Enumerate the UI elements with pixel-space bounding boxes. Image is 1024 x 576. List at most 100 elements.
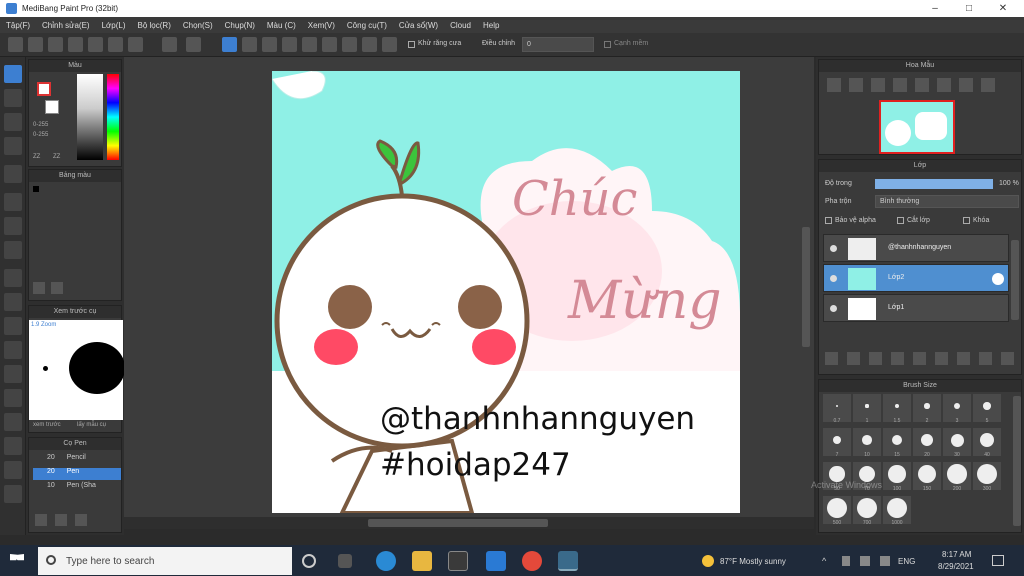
maximize-button[interactable]: □ xyxy=(954,0,984,17)
brush-item-pen-sha[interactable]: 10 Pen (Sha xyxy=(33,482,121,494)
brush-size-cell[interactable]: 500 xyxy=(823,496,851,526)
grid-icon[interactable] xyxy=(88,37,103,52)
move-tool-icon[interactable] xyxy=(4,165,22,183)
navigator-btn1[interactable]: xem trước xyxy=(33,422,61,428)
brush-item-pen[interactable]: 20 Pen xyxy=(33,468,121,480)
grid2-icon[interactable] xyxy=(108,37,123,52)
fit-icon[interactable] xyxy=(871,78,885,92)
folder-icon[interactable] xyxy=(913,352,926,365)
opacity-slider[interactable] xyxy=(875,179,993,189)
brush-size-cell[interactable]: 30 xyxy=(943,428,971,458)
delete-layer-icon[interactable] xyxy=(1001,352,1014,365)
horizontal-scroll-thumb[interactable] xyxy=(368,519,548,527)
brush-size-cell[interactable]: 7 xyxy=(823,428,851,458)
brush-size-cell[interactable]: 200 xyxy=(943,462,971,492)
menu-tools[interactable]: Công cụ(T) xyxy=(347,21,387,30)
eyedropper-icon[interactable] xyxy=(4,437,22,455)
new-color-icon[interactable] xyxy=(33,282,45,294)
navigator-btn2[interactable]: lấy mẫu cụ xyxy=(77,422,106,428)
undo-icon[interactable] xyxy=(162,37,177,52)
select-pen-icon[interactable] xyxy=(4,341,22,359)
cloud-icon[interactable] xyxy=(8,37,23,52)
brush-size-cell[interactable]: 1 xyxy=(853,394,881,424)
image-icon[interactable] xyxy=(68,37,83,52)
hue-slider[interactable] xyxy=(107,74,119,160)
brush-size-cell[interactable]: 20 xyxy=(913,428,941,458)
eraser-tool-icon[interactable] xyxy=(4,89,22,107)
copy-brush-icon[interactable] xyxy=(55,514,67,526)
brush-size-scrollbar[interactable] xyxy=(1013,396,1021,526)
weather-text[interactable]: 87°F Mostly sunny xyxy=(720,557,786,566)
layer-row-lop2[interactable]: Lớp2 xyxy=(823,264,1009,292)
canvas[interactable]: Chúc Mừng @thanhnhannguyen #hoidap247 xyxy=(272,71,740,513)
clipping-checkbox[interactable] xyxy=(897,217,904,224)
menu-cloud[interactable]: Cloud xyxy=(450,21,471,30)
merge-layer-icon[interactable] xyxy=(957,352,970,365)
actual-size-icon[interactable] xyxy=(893,78,907,92)
menu-color[interactable]: Màu (C) xyxy=(267,21,296,30)
snap-circle-icon[interactable] xyxy=(322,37,337,52)
menu-view[interactable]: Xem(V) xyxy=(308,21,335,30)
check-tool-icon[interactable] xyxy=(4,137,22,155)
snap-curve-icon[interactable] xyxy=(342,37,357,52)
notification-icon[interactable] xyxy=(992,555,1004,566)
select-tool-icon[interactable] xyxy=(4,269,22,287)
layer-scrollbar[interactable] xyxy=(1011,240,1019,320)
weather-icon[interactable] xyxy=(702,555,714,567)
battery-icon[interactable] xyxy=(842,556,850,566)
add-brush-icon[interactable] xyxy=(35,514,47,526)
snap-off-icon[interactable] xyxy=(222,37,237,52)
rotate-icon[interactable] xyxy=(937,78,951,92)
visibility-icon[interactable] xyxy=(830,275,837,282)
visibility-icon[interactable] xyxy=(830,245,837,252)
brush-size-cell[interactable]: 40 xyxy=(973,428,1001,458)
volume-icon[interactable] xyxy=(880,556,890,566)
menu-window[interactable]: Cửa sổ(W) xyxy=(399,21,438,30)
snap-settings-icon[interactable] xyxy=(382,37,397,52)
brush-settings-icon[interactable] xyxy=(75,514,87,526)
clock-time[interactable]: 8:17 AM xyxy=(942,550,971,559)
new-1bit-layer-icon[interactable] xyxy=(891,352,904,365)
flip-icon[interactable] xyxy=(915,78,929,92)
rect-tool-icon[interactable] xyxy=(4,193,22,211)
horizontal-scrollbar[interactable] xyxy=(124,517,814,529)
pen-tool-icon[interactable] xyxy=(4,461,22,479)
menu-file[interactable]: Tập(F) xyxy=(6,21,30,30)
secondary-color-swatch[interactable] xyxy=(45,100,59,114)
new-layer-icon[interactable] xyxy=(825,352,838,365)
menu-filter[interactable]: Bộ lọc(R) xyxy=(138,21,171,30)
layer-row-lop1[interactable]: Lớp1 xyxy=(823,294,1009,322)
hand-tool-icon[interactable] xyxy=(4,485,22,503)
brush-tool-icon[interactable] xyxy=(4,65,22,83)
new-8bit-layer-icon[interactable] xyxy=(869,352,882,365)
store-icon[interactable] xyxy=(448,551,468,571)
search-box[interactable]: Type here to search xyxy=(38,547,292,575)
snap-vanish-icon[interactable] xyxy=(282,37,297,52)
brush-size-cell[interactable]: 150 xyxy=(913,462,941,492)
settings-icon[interactable] xyxy=(981,78,995,92)
preview-thumbnail[interactable] xyxy=(879,100,955,154)
lock-checkbox[interactable] xyxy=(963,217,970,224)
edge-icon[interactable] xyxy=(376,551,396,571)
brush-size-cell[interactable]: 1.5 xyxy=(883,394,911,424)
minimize-button[interactable]: – xyxy=(920,0,950,17)
magic-wand-icon[interactable] xyxy=(4,317,22,335)
correction-select[interactable]: 0 xyxy=(522,37,594,52)
mail-icon[interactable] xyxy=(486,551,506,571)
soft-edge-checkbox[interactable] xyxy=(604,41,611,48)
zoom-in-icon[interactable] xyxy=(827,78,841,92)
brush-size-cell[interactable]: 5 xyxy=(973,394,1001,424)
divide-tool-icon[interactable] xyxy=(4,413,22,431)
tray-chevron-icon[interactable]: ^ xyxy=(822,556,826,566)
lasso-tool-icon[interactable] xyxy=(4,293,22,311)
color-set-swatch[interactable] xyxy=(33,186,39,192)
menu-select[interactable]: Chọn(S) xyxy=(183,21,213,30)
dot-tool-icon[interactable] xyxy=(4,113,22,131)
text-tool-icon[interactable] xyxy=(4,389,22,407)
snap-ellipse-icon[interactable] xyxy=(362,37,377,52)
gradient-tool-icon[interactable] xyxy=(4,241,22,259)
clock-date[interactable]: 8/29/2021 xyxy=(938,562,974,571)
medibang-taskbar-icon[interactable] xyxy=(558,551,578,571)
layer-row-text[interactable]: @thanhnhannguyen xyxy=(823,234,1009,262)
comment-icon[interactable] xyxy=(48,37,63,52)
